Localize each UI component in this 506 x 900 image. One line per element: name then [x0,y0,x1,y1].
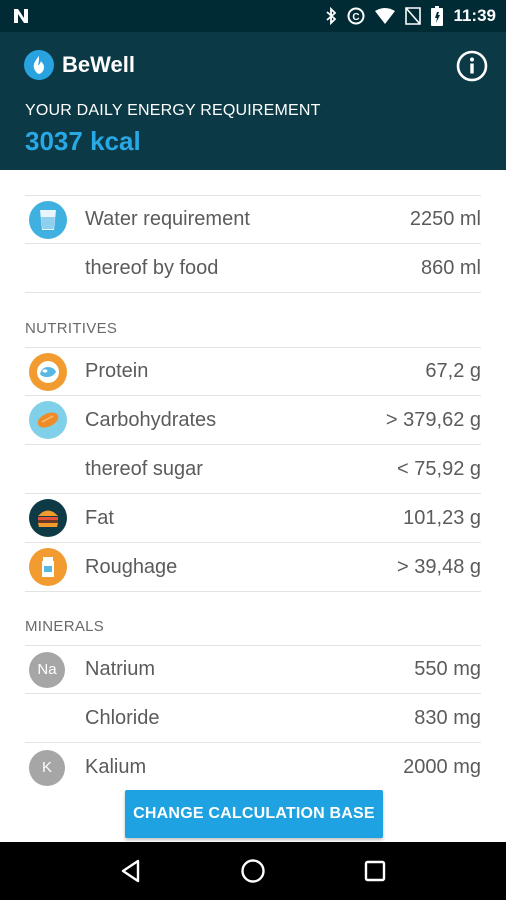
list-item-value: < 75,92 g [397,457,481,480]
app-name: BeWell [62,52,135,77]
burger-icon [29,499,67,537]
list-item-label: Carbohydrates [85,408,217,431]
wifi-icon [375,8,396,24]
list-item-value: > 39,48 g [397,555,481,578]
list-item-label: Kalium [85,756,147,778]
protein-icon [29,352,67,391]
no-sim-icon [405,7,422,25]
kalium-icon: K [29,749,65,786]
list-item-chloride: Chloride 830 mg [25,694,481,743]
water-glass-icon [29,200,67,239]
status-right: C 11:39 [325,6,496,26]
list-item-value: 101,23 g [403,506,481,529]
list-item-label: Water requirement [85,208,250,230]
list-item-kalium: K Kalium 2000 mg [25,743,481,792]
list-item-roughage: Roughage > 39,48 g [25,543,481,592]
list-item-value: 2000 mg [403,756,481,778]
home-icon [241,859,265,883]
list-item-value: 830 mg [414,706,481,729]
list-item-label: Roughage [85,555,178,578]
carbohydrates-icon [29,401,67,439]
status-time: 11:39 [453,6,496,25]
recents-button[interactable] [355,851,395,891]
list-item-label: thereof by food [85,256,219,279]
list-item-label: Protein [85,360,149,382]
status-left [12,7,30,25]
back-button[interactable] [111,851,151,891]
energy-requirement-label: YOUR DAILY ENERGY REQUIREMENT [25,102,321,119]
battery-icon [431,6,444,26]
list-item-value: 67,2 g [425,360,481,382]
content: Water requirement 2250 ml thereof by foo… [0,170,506,842]
list-item-natrium: Na Natrium 550 mg [25,645,481,694]
svg-text:C: C [353,12,360,23]
info-icon [456,50,488,82]
list-item-fat: Fat 101,23 g [25,494,481,543]
list-item-value: > 379,62 g [385,408,481,431]
energy-requirement-value: 3037 kcal [25,126,141,156]
back-icon [121,859,140,883]
list-item-value: 860 ml [420,256,481,279]
brand: BeWell [24,50,135,80]
roughage-icon [29,548,67,586]
list-item-label: Natrium [85,658,156,680]
list-item-sugar: thereof sugar < 75,92 g [25,445,481,494]
minerals-section-title: MINERALS [25,618,105,635]
list-item-water-requirement: Water requirement 2250 ml [25,195,481,244]
change-calculation-base-button[interactable]: CHANGE CALCULATION BASE [125,790,383,838]
list-item-label: thereof sugar [85,457,203,480]
home-button[interactable] [233,851,273,891]
n-notification-icon [12,7,30,25]
recents-icon [364,860,386,882]
bluetooth-icon [325,7,337,25]
list-item-label: Chloride [85,706,160,729]
info-button[interactable] [456,50,488,82]
list-item-value: 2250 ml [409,208,481,230]
list-item-water-by-food: thereof by food 860 ml [25,244,481,293]
flame-logo-icon [24,50,54,80]
list-item-value: 550 mg [414,658,481,680]
list-item-label: Fat [85,506,114,529]
list-item-protein: Protein 67,2 g [25,347,481,396]
sync-icon: C [347,7,365,25]
app-header: BeWell YOUR DAILY ENERGY REQUIREMENT 303… [0,32,506,170]
natrium-icon: Na [29,651,65,688]
navigation-bar [0,842,506,900]
nutritives-section-title: NUTRITIVES [25,320,118,337]
status-bar: C 11:39 [0,0,506,32]
list-item-carbohydrates: Carbohydrates > 379,62 g [25,396,481,445]
